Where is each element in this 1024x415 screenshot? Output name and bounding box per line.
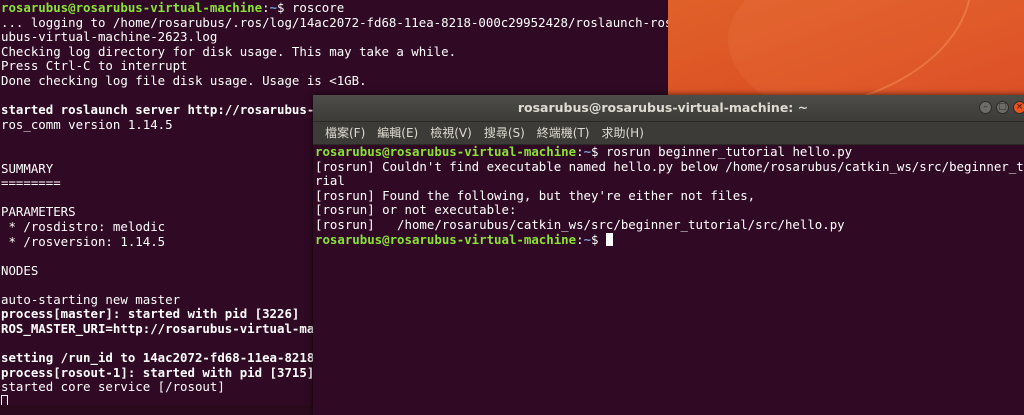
output-text: started roslaunch server http://rosarubu… <box>1 102 330 118</box>
menu-search[interactable]: 搜尋(S) <box>478 122 531 144</box>
output-text: ======== <box>1 175 61 191</box>
prompt-user: rosarubus@rosarubus-virtual-machine <box>1 0 263 15</box>
output-text: SUMMARY <box>1 160 54 176</box>
output-text: [rosrun] or not executable: <box>315 202 517 218</box>
output-text: PARAMETERS <box>1 204 76 220</box>
menu-bar: 檔案(F) 編輯(E) 檢視(V) 搜尋(S) 終端機(T) 求助(H) <box>313 122 1024 145</box>
output-text: [rosrun] /home/rosarubus/catkin_ws/src/b… <box>315 216 845 232</box>
prompt-path: ~ <box>583 144 592 159</box>
terminal-line: Checking log directory for disk usage. T… <box>1 43 668 60</box>
terminal-line: [rosrun] Couldn't find executable named … <box>315 158 1024 175</box>
menu-help[interactable]: 求助(H) <box>596 122 650 144</box>
terminal-line: Press Ctrl-C to interrupt <box>1 59 668 74</box>
output-text: [rosrun] Couldn't find executable named … <box>315 158 1024 174</box>
output-text: auto-starting new master <box>1 291 181 307</box>
output-text: [rosrun] Found the following, but they'r… <box>315 187 756 203</box>
output-text: Press Ctrl-C to interrupt <box>1 58 188 74</box>
terminal-window[interactable]: rosarubus@rosarubus-virtual-machine: ~ –… <box>313 95 1024 415</box>
terminal-line: ... logging to /home/rosarubus/.ros/log/… <box>1 14 668 31</box>
output-text: * /rosversion: 1.14.5 <box>1 233 166 249</box>
prompt-symbol: $ <box>591 144 599 159</box>
terminal-line: rial <box>315 173 1024 189</box>
terminal-line: [rosrun] /home/rosarubus/catkin_ws/src/b… <box>315 216 1024 233</box>
text-cursor <box>1 395 8 405</box>
window-titlebar[interactable]: rosarubus@rosarubus-virtual-machine: ~ –… <box>313 95 1024 122</box>
output-text: ros_comm version 1.14.5 <box>1 116 173 132</box>
output-text: Done checking log file disk usage. Usage… <box>1 72 367 88</box>
terminal-line: Done checking log file disk usage. Usage… <box>1 72 668 89</box>
text-cursor <box>605 232 613 246</box>
terminal-line: [rosrun] or not executable: <box>315 203 1024 218</box>
output-text: * /rosdistro: melodic <box>1 218 166 234</box>
prompt-user: rosarubus@rosarubus-virtual-machine <box>315 231 577 247</box>
terminal-line: rosarubus@rosarubus-virtual-machine:~$ <box>315 231 1024 248</box>
prompt-symbol: $ <box>591 231 599 247</box>
window-title: rosarubus@rosarubus-virtual-machine: ~ <box>517 100 809 115</box>
output-text: started core service [/rosout] <box>1 379 225 395</box>
maximize-button[interactable]: □ <box>996 101 1009 114</box>
terminal-line: [rosrun] Found the following, but they'r… <box>315 187 1024 204</box>
output-text: ROS_MASTER_URI=http://rosarubus-virtual-… <box>1 321 330 337</box>
prompt-path: ~ <box>269 0 278 15</box>
command-text <box>599 232 606 247</box>
command-text: rosrun beginner_tutorial hello.py <box>598 144 853 159</box>
command-text: roscore <box>284 0 345 15</box>
output-text: rial <box>315 173 345 189</box>
terminal-line: ubus-virtual-machine-2623.log <box>1 29 668 45</box>
output-text: ubus-virtual-machine-2623.log <box>1 29 218 45</box>
close-button[interactable]: × <box>1013 101 1024 114</box>
terminal-line: rosarubus@rosarubus-virtual-machine:~$ r… <box>315 144 1024 160</box>
terminal-output[interactable]: rosarubus@rosarubus-virtual-machine:~$ r… <box>315 144 1024 248</box>
output-text: process[master]: started with pid [3226] <box>1 306 300 322</box>
output-text: process[rosout-1]: started with pid [371… <box>1 364 315 380</box>
prompt-separator: : <box>576 231 584 247</box>
menu-terminal[interactable]: 終端機(T) <box>531 122 596 144</box>
output-text: ... logging to /home/rosarubus/.ros/log/… <box>1 14 668 30</box>
menu-edit[interactable]: 編輯(E) <box>371 122 424 144</box>
prompt-path: ~ <box>583 231 592 247</box>
menu-file[interactable]: 檔案(F) <box>319 122 371 144</box>
output-text: Checking log directory for disk usage. T… <box>1 43 457 59</box>
output-text: setting /run_id to 14ac2072-fd68-11ea-82… <box>1 350 330 366</box>
prompt-symbol: $ <box>277 0 285 15</box>
terminal-line: rosarubus@rosarubus-virtual-machine:~$ r… <box>1 0 668 16</box>
prompt-user: rosarubus@rosarubus-virtual-machine <box>315 144 577 159</box>
menu-view[interactable]: 檢視(V) <box>424 122 478 144</box>
prompt-separator: : <box>576 144 584 159</box>
output-text: NODES <box>1 262 39 278</box>
minimize-button[interactable]: – <box>979 101 992 114</box>
prompt-separator: : <box>262 0 270 15</box>
